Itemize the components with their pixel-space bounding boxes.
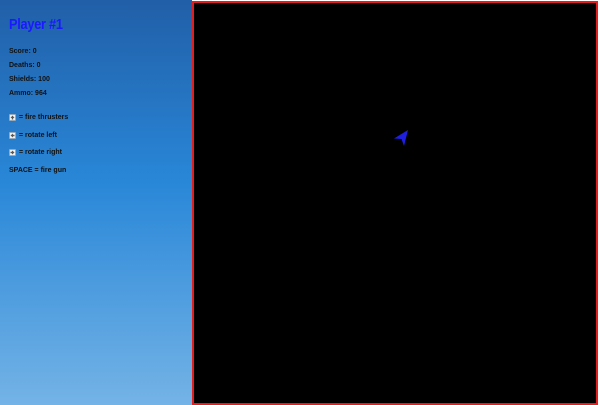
control-thrusters: = fire thrusters (9, 113, 68, 131)
control-fire-gun: SPACE = fire gun (9, 166, 68, 184)
player-stats: Score: 0 Deaths: 0 Shields: 100 Ammo: 96… (9, 47, 50, 103)
game-arena[interactable] (192, 1, 598, 405)
control-rotate-right-label: = rotate right (19, 149, 62, 156)
arrow-up-key-icon (9, 114, 16, 121)
control-fire-gun-label: SPACE = fire gun (9, 166, 67, 174)
control-rotate-right: = rotate right (9, 148, 68, 166)
arrow-left-key-icon (9, 131, 16, 139)
game-app: Player #1 Score: 0 Deaths: 0 Shields: 10… (0, 0, 600, 405)
score-stat: Score: 0 (9, 48, 37, 55)
arrow-right-key-icon (9, 149, 16, 156)
control-rotate-left-label: = rotate left (19, 131, 57, 139)
player-title: Player #1 (9, 16, 63, 33)
deaths-stat: Deaths: 0 (9, 62, 41, 69)
player-ship-icon (394, 130, 408, 146)
controls-legend: = fire thrusters = rotate left = rotate … (9, 113, 68, 183)
ammo-stat: Ammo: 964 (9, 90, 47, 97)
player-sidebar: Player #1 Score: 0 Deaths: 0 Shields: 10… (0, 0, 192, 405)
control-thrusters-label: = fire thrusters (19, 114, 69, 121)
shields-stat: Shields: 100 (9, 76, 50, 83)
control-rotate-left: = rotate left (9, 131, 68, 149)
